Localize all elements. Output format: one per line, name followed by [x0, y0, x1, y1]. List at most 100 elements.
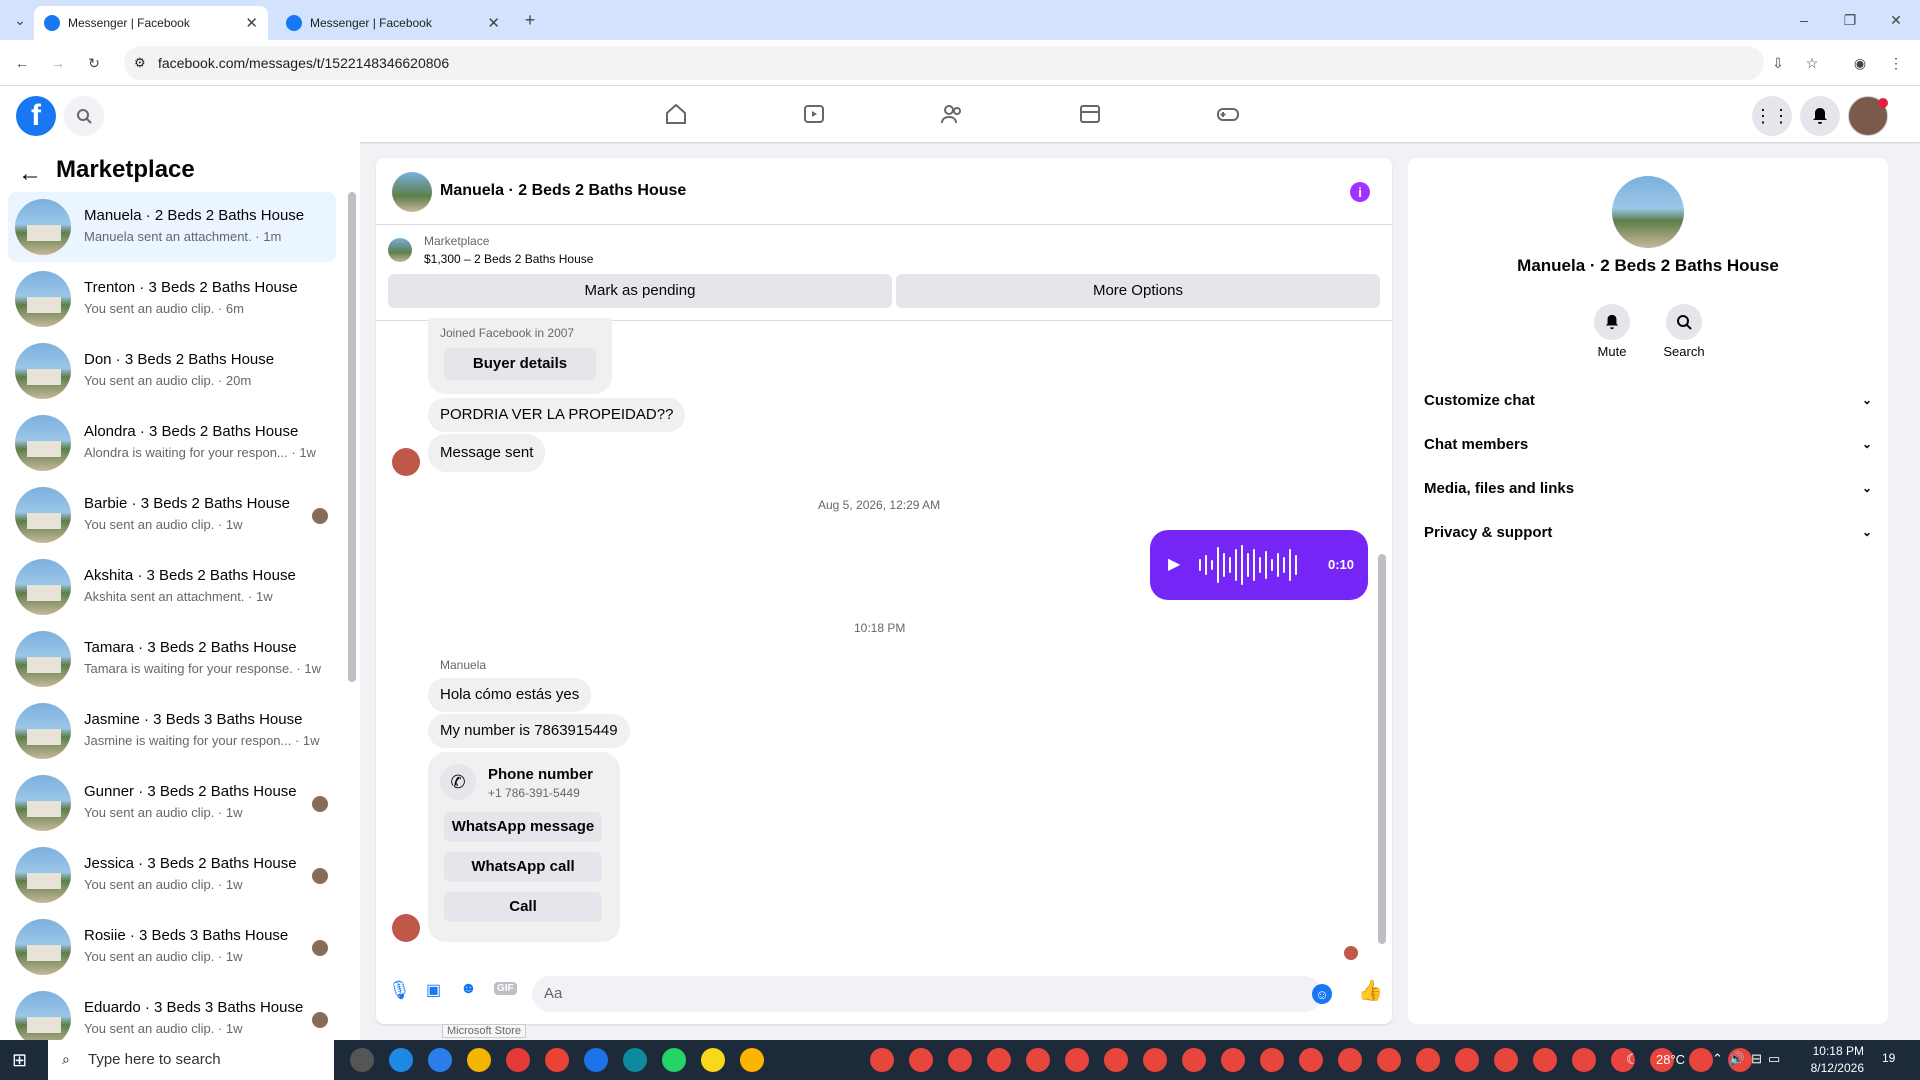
- facebook-logo-icon[interactable]: f: [16, 96, 56, 136]
- taskbar-app-icon[interactable]: [1377, 1048, 1401, 1072]
- emoji-icon[interactable]: ☺: [1312, 984, 1332, 1004]
- weather-icon[interactable]: ☾: [1626, 1051, 1639, 1068]
- menu-grid-icon[interactable]: ⋮⋮: [1752, 96, 1792, 136]
- like-thumb-icon[interactable]: 👍: [1358, 978, 1383, 1003]
- taskbar-app-icon[interactable]: [987, 1048, 1011, 1072]
- tab-search-icon[interactable]: ⌄: [8, 8, 32, 32]
- chat-avatar[interactable]: [392, 172, 432, 212]
- site-info-icon[interactable]: ⚙: [134, 46, 146, 80]
- taskbar-search[interactable]: ⌕ Type here to search: [48, 1040, 334, 1080]
- taskbar-app-icon[interactable]: [1455, 1048, 1479, 1072]
- taskbar-app-icon[interactable]: [1338, 1048, 1362, 1072]
- search-icon[interactable]: [64, 96, 104, 136]
- whatsapp-call-button[interactable]: WhatsApp call: [444, 852, 602, 882]
- notification-center-badge[interactable]: 19: [1882, 1051, 1895, 1065]
- new-tab-icon[interactable]: +: [518, 8, 542, 32]
- listing-price-title[interactable]: $1,300 – 2 Beds 2 Baths House: [424, 252, 593, 266]
- close-tab-icon[interactable]: ✕: [245, 14, 258, 32]
- window-close-icon[interactable]: ✕: [1884, 8, 1908, 32]
- tab-messenger[interactable]: Messenger | Facebook ✕: [276, 6, 510, 40]
- taskbar-app-icon[interactable]: [584, 1048, 608, 1072]
- taskbar-app-icon[interactable]: [545, 1048, 569, 1072]
- conversation-item[interactable]: Alondra · 3 Beds 2 Baths House Alondra is…: [8, 408, 336, 478]
- notifications-bell-icon[interactable]: [1800, 96, 1840, 136]
- conversation-item[interactable]: Jasmine · 3 Beds 3 Baths House Jasmine is…: [8, 696, 336, 766]
- taskbar-app-icon[interactable]: [1065, 1048, 1089, 1072]
- taskbar-app-icon[interactable]: [1299, 1048, 1323, 1072]
- conversation-item[interactable]: Rosiie · 3 Beds 3 Baths House You sent an…: [8, 912, 336, 982]
- menu-kebab-icon[interactable]: ⋮: [1884, 51, 1908, 75]
- whatsapp-message-button[interactable]: WhatsApp message: [444, 812, 602, 842]
- taskbar-app-icon[interactable]: [1026, 1048, 1050, 1072]
- contact-avatar[interactable]: [392, 448, 420, 476]
- taskbar-app-icon[interactable]: [623, 1048, 647, 1072]
- back-arrow-icon[interactable]: ←: [18, 160, 42, 188]
- taskbar-app-icon[interactable]: [1221, 1048, 1245, 1072]
- chat-title[interactable]: Manuela · 2 Beds 2 Baths House: [440, 182, 686, 200]
- reload-icon[interactable]: ↻: [82, 51, 106, 75]
- taskbar-app-icon[interactable]: [1182, 1048, 1206, 1072]
- conversation-item[interactable]: Akshita · 3 Beds 2 Baths House Akshita se…: [8, 552, 336, 622]
- taskbar-app-icon[interactable]: [389, 1048, 413, 1072]
- bookmark-star-icon[interactable]: ☆: [1800, 51, 1824, 75]
- taskbar-app-icon[interactable]: [350, 1048, 374, 1072]
- forward-icon[interactable]: →: [46, 51, 70, 75]
- info-icon[interactable]: i: [1350, 182, 1370, 202]
- taskbar-app-icon[interactable]: [662, 1048, 686, 1072]
- home-icon[interactable]: [664, 102, 688, 126]
- customize-chat-section[interactable]: Customize chat ⌄: [1424, 380, 1872, 420]
- close-tab-icon[interactable]: ✕: [487, 14, 500, 32]
- conversation-item[interactable]: Manuela · 2 Beds 2 Baths House Manuela se…: [8, 192, 336, 262]
- clock-time[interactable]: 10:18 PM: [1804, 1044, 1864, 1058]
- tab-messenger-active[interactable]: Messenger | Facebook ✕: [34, 6, 268, 40]
- buyer-details-button[interactable]: Buyer details: [444, 348, 596, 380]
- taskbar-app-icon[interactable]: [1689, 1048, 1713, 1072]
- conversation-item[interactable]: Gunner · 3 Beds 2 Baths House You sent an…: [8, 768, 336, 838]
- taskbar-app-icon[interactable]: [1143, 1048, 1167, 1072]
- message-bubble[interactable]: Message sent: [428, 434, 546, 472]
- details-avatar[interactable]: [1612, 176, 1684, 248]
- gaming-icon[interactable]: [1216, 102, 1240, 126]
- system-tray-icons[interactable]: ⌃🔊⊟▭: [1712, 1051, 1786, 1067]
- taskbar-app-icon[interactable]: [1260, 1048, 1284, 1072]
- taskbar-app-icon[interactable]: [948, 1048, 972, 1072]
- contact-avatar[interactable]: [392, 914, 420, 942]
- taskbar-app-icon[interactable]: [1533, 1048, 1557, 1072]
- taskbar-app-icon[interactable]: [909, 1048, 933, 1072]
- chat-members-section[interactable]: Chat members ⌄: [1424, 424, 1872, 464]
- message-bubble[interactable]: PORDRIA VER LA PROPEIDAD??: [428, 398, 686, 432]
- gif-icon[interactable]: GIF: [494, 982, 517, 995]
- taskbar-app-icon[interactable]: [701, 1048, 725, 1072]
- taskbar-app-icon[interactable]: [428, 1048, 452, 1072]
- conversation-item[interactable]: Tamara · 3 Beds 2 Baths House Tamara is w…: [8, 624, 336, 694]
- more-options-button[interactable]: More Options: [896, 274, 1380, 308]
- install-app-icon[interactable]: ⇩: [1766, 51, 1790, 75]
- audio-clip-message[interactable]: ▶ 0:10: [1150, 530, 1368, 600]
- media-files-links-section[interactable]: Media, files and links ⌄: [1424, 468, 1872, 508]
- mark-as-pending-button[interactable]: Mark as pending: [388, 274, 892, 308]
- mute-bell-icon[interactable]: [1594, 304, 1630, 340]
- taskbar-app-icon[interactable]: [1572, 1048, 1596, 1072]
- message-bubble[interactable]: Hola cómo estás yes: [428, 678, 592, 712]
- url-field[interactable]: ⚙ facebook.com/messages/t/15221483466208…: [124, 46, 1764, 80]
- friends-icon[interactable]: [940, 102, 964, 126]
- weather-temp[interactable]: 28°C: [1656, 1052, 1685, 1067]
- taskbar-app-icon[interactable]: [1494, 1048, 1518, 1072]
- conversation-item[interactable]: Jessica · 3 Beds 2 Baths House You sent a…: [8, 840, 336, 910]
- windows-start-icon[interactable]: ⊞: [12, 1050, 27, 1071]
- minimize-icon[interactable]: –: [1792, 8, 1816, 32]
- taskbar-app-icon[interactable]: [1416, 1048, 1440, 1072]
- taskbar-app-icon[interactable]: [740, 1048, 764, 1072]
- message-bubble[interactable]: My number is 7863915449: [428, 714, 630, 748]
- maximize-icon[interactable]: ❐: [1838, 8, 1862, 32]
- taskbar-app-icon[interactable]: [870, 1048, 894, 1072]
- play-icon[interactable]: ▶: [1168, 554, 1180, 574]
- taskbar-app-icon[interactable]: [506, 1048, 530, 1072]
- profile-icon[interactable]: ◉: [1848, 51, 1872, 75]
- chat-scrollbar[interactable]: [1378, 554, 1386, 944]
- search-icon[interactable]: [1666, 304, 1702, 340]
- message-input[interactable]: Aa: [532, 976, 1322, 1012]
- listing-thumbnail[interactable]: [388, 238, 412, 262]
- taskbar-app-icon[interactable]: [1104, 1048, 1128, 1072]
- photo-icon[interactable]: ▣: [426, 980, 441, 1000]
